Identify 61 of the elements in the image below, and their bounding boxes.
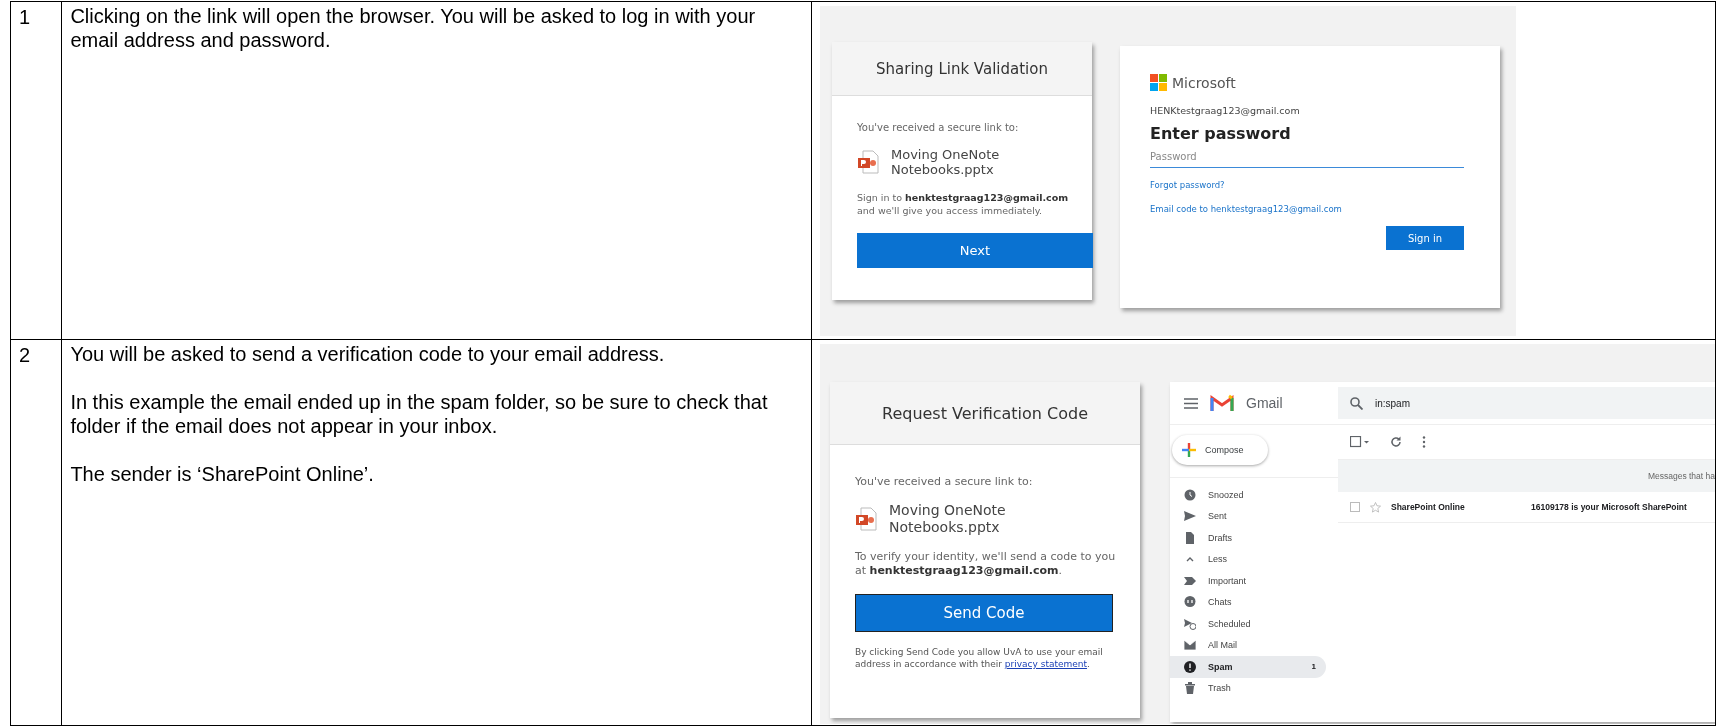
message-sender: SharePoint Online bbox=[1391, 502, 1466, 512]
folder-item[interactable]: Less bbox=[1170, 548, 1326, 570]
more-options-icon[interactable] bbox=[1422, 436, 1426, 448]
chat-icon bbox=[1184, 596, 1196, 609]
account-email: HENKtestgraag123@gmail.com bbox=[1150, 105, 1301, 116]
password-heading: Enter password bbox=[1150, 124, 1292, 143]
email-code-link[interactable]: Email code to henktestgraag123@gmail.com bbox=[1150, 204, 1464, 214]
sign-in-message: Sign in to henktestgraag123@gmail.com and we'll give you access immediately. bbox=[857, 191, 1070, 217]
checkbox-icon[interactable] bbox=[1350, 502, 1360, 512]
document-icon bbox=[1184, 531, 1196, 544]
envelope-m-logo-icon bbox=[1210, 394, 1234, 412]
alert-icon bbox=[1184, 660, 1196, 673]
mail-icon bbox=[1184, 639, 1196, 652]
star-icon[interactable] bbox=[1370, 501, 1381, 513]
brand-name: Gmail bbox=[1246, 395, 1283, 411]
folder-item[interactable]: Scheduled bbox=[1170, 613, 1326, 635]
message-row[interactable]: SharePoint Online 16109178 is your Microsoft SharePoint bbox=[1338, 492, 1715, 523]
message-subject: 16109178 is your Microsoft SharePoint bbox=[1531, 502, 1687, 512]
file-name: Moving OneNote Notebooks.pptx bbox=[891, 147, 1001, 177]
folder-item[interactable]: Snoozed bbox=[1170, 484, 1326, 506]
step-text: In this example the email ended up in the spam folder, so be sure to check that folder if the email does not appear in your inbox. bbox=[70, 390, 769, 438]
select-checkbox-icon[interactable] bbox=[1350, 436, 1370, 448]
presentation-file-icon bbox=[857, 150, 879, 174]
banner-text: Messages that ha bbox=[1647, 471, 1715, 481]
plus-icon bbox=[1182, 443, 1196, 457]
brand-name: Microsoft bbox=[1172, 74, 1236, 91]
send-code-button[interactable]: Send Code bbox=[855, 594, 1113, 632]
step-text: Clicking on the link will open the browser. You will be asked to log in with your email address and password. bbox=[70, 4, 757, 52]
folder-item[interactable]: Chats bbox=[1170, 591, 1326, 613]
step-number: 2 bbox=[19, 344, 31, 366]
card-title: Sharing Link Validation bbox=[876, 59, 1048, 78]
folder-item[interactable]: All Mail bbox=[1170, 634, 1326, 656]
microsoft-logo-icon bbox=[1150, 74, 1167, 91]
step-text: You will be asked to send a verification code to your email address. bbox=[70, 342, 666, 366]
step-text: The sender is ‘SharePoint Online’. bbox=[70, 462, 375, 486]
folder-item[interactable]: Spam 1 bbox=[1170, 656, 1326, 678]
clock-icon bbox=[1184, 488, 1196, 501]
folder-item[interactable]: Important bbox=[1170, 570, 1326, 592]
menu-icon[interactable] bbox=[1184, 397, 1198, 409]
intro-text: You've received a secure link to: bbox=[855, 475, 1034, 488]
folder-item[interactable]: Drafts bbox=[1170, 527, 1326, 549]
label-icon bbox=[1184, 574, 1196, 587]
folder-item[interactable]: Sent bbox=[1170, 505, 1326, 527]
card-title: Request Verification Code bbox=[882, 403, 1088, 423]
intro-text: You've received a secure link to: bbox=[857, 122, 1020, 133]
send-icon bbox=[1184, 510, 1196, 523]
consent-text: By clicking Send Code you allow UvA to use your email address in accordance with their privacy statement. bbox=[855, 646, 1104, 670]
search-field[interactable]: in:spam bbox=[1338, 387, 1715, 419]
search-icon bbox=[1350, 396, 1363, 410]
file-name: Moving OneNote Notebooks.pptx bbox=[889, 502, 1007, 536]
verify-message: To verify your identity, we'll send a code to you at henktestgraag123@gmail.com. bbox=[855, 550, 1117, 578]
forgot-password-link[interactable]: Forgot password? bbox=[1150, 180, 1464, 190]
refresh-icon[interactable] bbox=[1390, 436, 1402, 448]
sign-in-button[interactable]: Sign in bbox=[1386, 226, 1464, 250]
next-button[interactable]: Next bbox=[857, 233, 1093, 268]
trash-icon bbox=[1184, 682, 1196, 695]
compose-button[interactable]: Compose bbox=[1172, 435, 1268, 465]
folder-item[interactable]: Trash bbox=[1170, 677, 1326, 699]
presentation-file-icon bbox=[855, 507, 877, 531]
scheduled-send-icon bbox=[1184, 617, 1196, 630]
step-number: 1 bbox=[19, 6, 31, 28]
